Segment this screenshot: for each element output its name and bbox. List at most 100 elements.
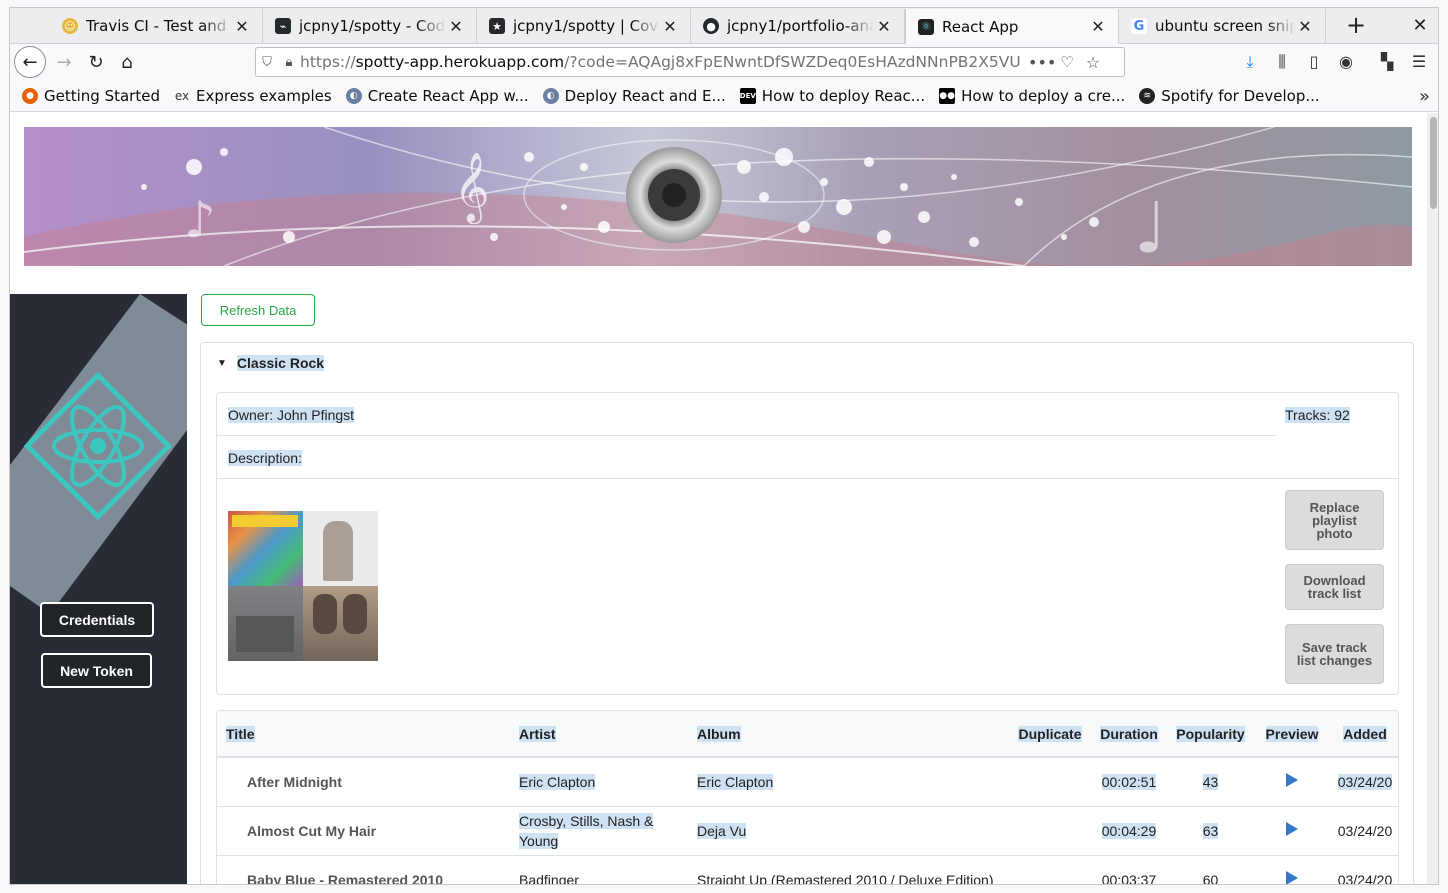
arrow-right-icon: → [56,51,72,73]
bookmark-item[interactable]: ◐ Create React App w... [345,87,529,105]
track-title: Baby Blue - Remastered 2010 [217,855,511,884]
tab-react-app[interactable]: ⚛ React App ✕ [905,9,1119,44]
album-art-tile [228,511,303,586]
window-close-button[interactable]: ✕ [1408,14,1432,38]
close-icon[interactable]: ✕ [232,17,252,36]
album-art-tile [303,586,378,661]
google-icon: G [1131,18,1147,34]
play-icon[interactable] [1286,871,1298,884]
tab-google[interactable]: G ubuntu screen snip - ✕ [1119,9,1326,43]
home-button[interactable]: ⌂ [111,46,143,78]
back-button[interactable]: ← [14,46,46,78]
track-added: 03/24/20 [1330,806,1398,856]
close-icon[interactable]: ✕ [1088,17,1108,36]
new-token-button[interactable]: New Token [41,653,152,688]
bookmark-item[interactable]: DEV How to deploy Reac... [739,86,926,105]
play-icon[interactable] [1286,822,1298,836]
popularity-text: 63 [1202,822,1219,839]
credentials-button[interactable]: Credentials [40,602,154,637]
home-icon: ⌂ [121,51,133,73]
tab-title: jcpny1/spotty | Coverage [513,17,660,35]
react-icon: ⚛ [918,18,934,35]
album-text: Eric Clapton [697,773,774,790]
table-row[interactable]: After Midnight Eric Clapton Eric Clapton… [217,757,1398,807]
column-header-artist[interactable]: Artist [511,711,689,758]
bookmark-label: How to deploy Reac... [761,86,926,105]
svg-text:♩: ♩ [1134,187,1167,266]
menu-icon[interactable]: ☰ [1408,52,1430,74]
scrollbar-thumb[interactable] [1430,117,1437,209]
duration-text: 00:04:29 [1101,822,1157,839]
bookmark-label: Spotify for Develop... [1161,86,1320,105]
url-path: /?code=AQAgj8xFpENwntDfSWZDeq0EsHAzdNNnP… [564,53,1020,71]
page-scrollbar[interactable] [1427,113,1438,884]
column-header-title[interactable]: Title [217,711,511,758]
reload-button[interactable]: ↻ [80,46,112,78]
artist-text: Crosby, Stills, Nash & Young [519,812,654,849]
playlist-name: Classic Rock [236,355,325,371]
replace-playlist-photo-button[interactable]: Replace playlist photo [1285,490,1384,550]
bookmark-label: Deploy React and E... [564,86,726,105]
url-scheme: https:// [300,53,356,71]
account-icon[interactable]: ◉ [1335,52,1357,74]
track-artist: Eric Clapton [511,757,689,807]
track-album: Eric Clapton [689,757,1009,807]
reload-icon: ↻ [88,51,104,73]
close-icon[interactable]: ✕ [660,17,680,36]
tab-spotty-coverage[interactable]: ★ jcpny1/spotty | Coverage ✕ [477,9,691,43]
column-header-popularity[interactable]: Popularity [1167,711,1254,758]
sidebar-icon[interactable]: ▯ [1303,52,1325,74]
track-title: After Midnight [217,757,511,807]
track-duration: 00:02:51 [1091,757,1167,807]
playlist-summary-toggle[interactable]: ▼ Classic Rock [217,355,325,371]
track-duration: 00:03:37 [1091,855,1167,884]
digitalocean-icon: ◐ [345,87,362,104]
playlist-card: Owner: John Pfingst Tracks: 92 Descripti… [216,392,1399,695]
bookmark-item[interactable]: ex Express examples [174,87,332,105]
pocket-icon[interactable]: ♡ [1056,53,1078,71]
header-label: Popularity [1176,725,1245,742]
header-label: Duplicate [1018,725,1082,742]
browser-window: ☺ Travis CI - Test and Deploy ✕ ⌁ jcpny1… [9,7,1439,885]
more-actions-icon[interactable]: ••• [1028,53,1056,72]
save-track-list-changes-button[interactable]: Save track list changes [1285,624,1384,684]
bookmarks-overflow-icon[interactable]: » [1419,86,1430,107]
download-track-list-button[interactable]: Download track list [1285,564,1384,610]
close-icon[interactable]: ✕ [1295,17,1315,36]
preview-cell [1254,806,1330,856]
track-added: 03/24/20 [1330,757,1398,807]
lock-icon[interactable]: 🔒︎ [278,55,300,70]
play-icon[interactable] [1286,773,1298,788]
column-header-duration[interactable]: Duration [1091,711,1167,758]
library-icon[interactable]: ⫼ [1271,52,1293,74]
shield-icon[interactable]: ⛉ [256,55,278,70]
column-header-added[interactable]: Added [1330,711,1398,758]
tab-spotty-code[interactable]: ⌁ jcpny1/spotty - Code ✕ [263,9,477,43]
bookmark-item[interactable]: ●● How to deploy a cre... [939,87,1125,105]
bookmark-item[interactable]: ≋ Spotify for Develop... [1139,86,1320,105]
download-icon[interactable]: ⤓ [1239,52,1261,74]
divider [217,435,1275,436]
tab-portfolio[interactable]: ● jcpny1/portfolio-analyzer ✕ [691,9,905,43]
bookmark-star-icon[interactable]: ☆ [1082,53,1104,72]
extensions-icon[interactable]: ▚ [1376,52,1398,74]
tab-title: jcpny1/portfolio-analyzer [727,17,874,35]
bookmark-item[interactable]: ● Getting Started [22,87,160,105]
bookmark-item[interactable]: ◐ Deploy React and E... [542,86,726,105]
new-tab-button[interactable]: + [1341,11,1371,41]
forward-button[interactable]: → [48,46,80,78]
column-header-preview[interactable]: Preview [1254,711,1330,758]
column-header-album[interactable]: Album [689,711,1009,758]
url-text[interactable]: https://spotty-app.herokuapp.com/?code=A… [300,53,1020,71]
svg-text:𝄞: 𝄞 [454,152,489,224]
close-icon[interactable]: ✕ [446,17,466,36]
url-bar[interactable]: ⛉ 🔒︎ https://spotty-app.herokuapp.com/?c… [255,47,1125,77]
column-header-duplicate[interactable]: Duplicate [1009,711,1091,758]
track-album: Deja Vu [689,806,1009,856]
refresh-data-button[interactable]: Refresh Data [201,294,315,326]
close-icon[interactable]: ✕ [874,17,894,36]
table-row[interactable]: Baby Blue - Remastered 2010 Badfinger St… [217,855,1398,884]
table-row[interactable]: Almost Cut My Hair Crosby, Stills, Nash … [217,806,1398,856]
playlist-track-count: Tracks: 92 [1285,407,1350,423]
tab-travis[interactable]: ☺ Travis CI - Test and Deploy ✕ [50,9,263,43]
